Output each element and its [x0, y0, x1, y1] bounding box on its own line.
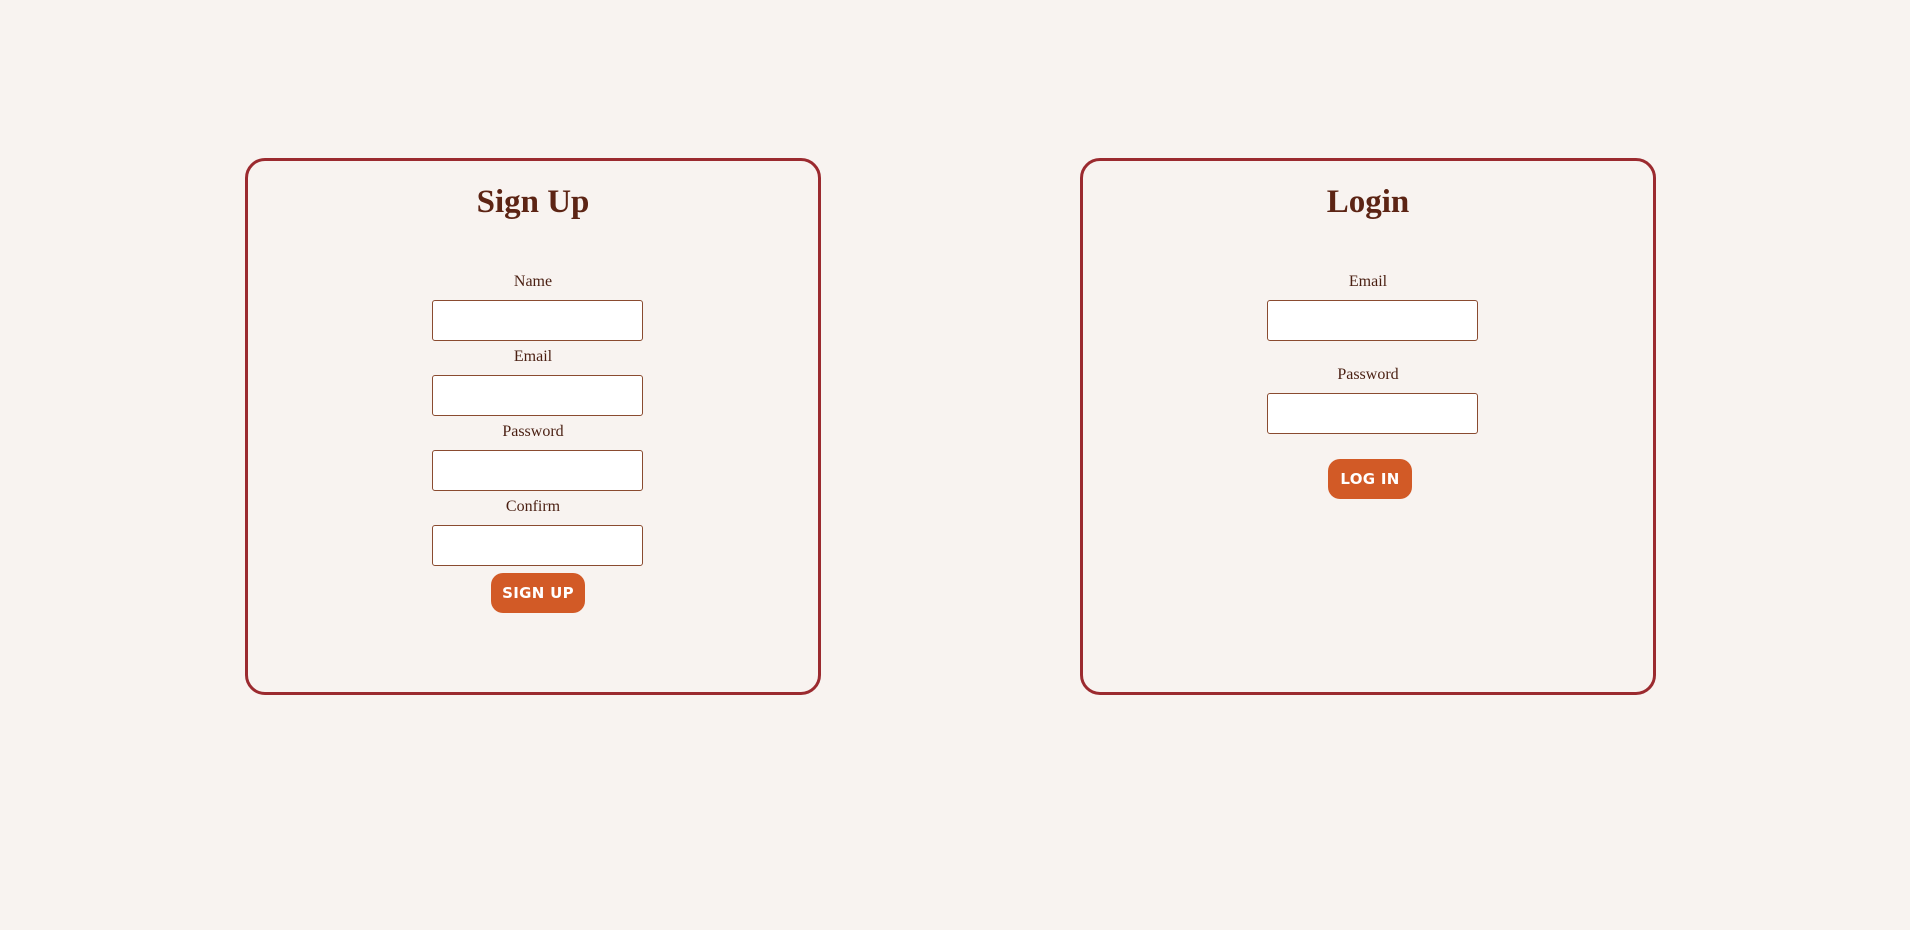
- login-email-label: Email: [1348, 273, 1388, 290]
- login-title: Login: [1326, 184, 1410, 220]
- signup-name-input[interactable]: [432, 300, 643, 341]
- signup-card: Sign Up Name Email Password Confirm SIGN…: [245, 158, 821, 695]
- signup-email-label: Email: [513, 348, 553, 365]
- login-password-input[interactable]: [1267, 393, 1478, 434]
- signup-button[interactable]: SIGN UP: [491, 573, 585, 613]
- signup-email-input[interactable]: [432, 375, 643, 416]
- signup-password-label: Password: [502, 423, 564, 440]
- login-password-label: Password: [1337, 366, 1399, 383]
- signup-confirm-label: Confirm: [505, 498, 561, 515]
- login-email-input[interactable]: [1267, 300, 1478, 341]
- signup-confirm-input[interactable]: [432, 525, 643, 566]
- signup-name-label: Name: [513, 273, 553, 290]
- signup-title: Sign Up: [476, 184, 590, 220]
- login-button[interactable]: LOG IN: [1328, 459, 1412, 499]
- signup-password-input[interactable]: [432, 450, 643, 491]
- login-card: Login Email Password LOG IN: [1080, 158, 1656, 695]
